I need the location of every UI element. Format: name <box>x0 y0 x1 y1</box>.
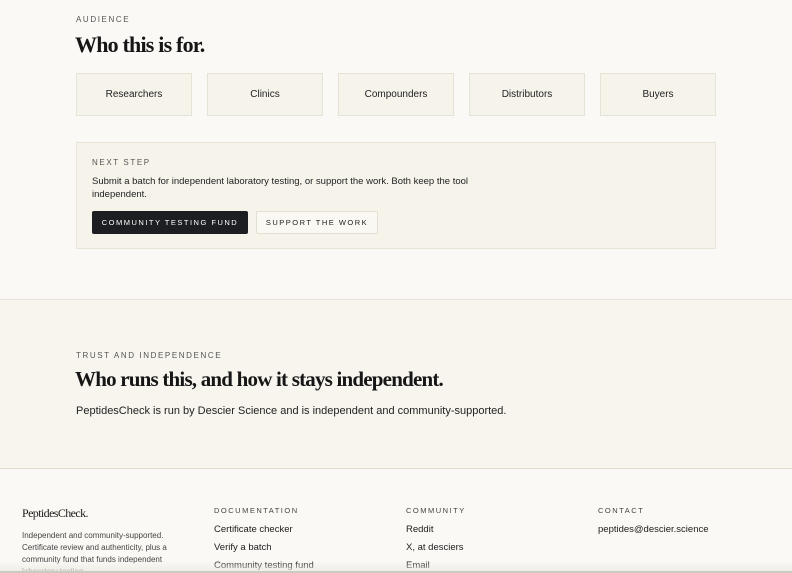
footer-documentation-column: DOCUMENTATION Certificate checker Verify… <box>214 506 314 573</box>
footer-documentation-heading: DOCUMENTATION <box>214 506 299 515</box>
audience-eyebrow: AUDIENCE <box>76 15 131 24</box>
audience-title: Who this is for. <box>75 32 205 57</box>
footer-contact-column: CONTACT peptides@descier.science <box>598 506 709 542</box>
footer-link-x[interactable]: X, at desciers <box>406 542 466 560</box>
next-step-eyebrow: NEXT STEP <box>92 158 151 167</box>
audience-cards: Researchers Clinics Compounders Distribu… <box>76 73 716 116</box>
footer-link-certificate-checker[interactable]: Certificate checker <box>214 524 314 542</box>
next-step-panel: NEXT STEP Submit a batch for independent… <box>76 142 716 249</box>
audience-card-clinics: Clinics <box>207 73 323 116</box>
audience-card-compounders: Compounders <box>338 73 454 116</box>
footer-contact-email[interactable]: peptides@descier.science <box>598 524 709 542</box>
footer-community-column: COMMUNITY Reddit X, at desciers Email <box>406 506 466 573</box>
trust-section: TRUST AND INDEPENDENCE Who runs this, an… <box>0 299 792 469</box>
footer-community-heading: COMMUNITY <box>406 506 466 515</box>
site-footer: PeptidesCheck. Independent and community… <box>0 470 792 573</box>
community-testing-fund-button[interactable]: COMMUNITY TESTING FUND <box>92 211 248 234</box>
trust-text: PeptidesCheck is run by Descier Science … <box>76 405 507 417</box>
audience-card-researchers: Researchers <box>76 73 192 116</box>
footer-contact-heading: CONTACT <box>598 506 645 515</box>
footer-link-verify-batch[interactable]: Verify a batch <box>214 542 314 560</box>
footer-link-reddit[interactable]: Reddit <box>406 524 466 542</box>
footer-brand-logo[interactable]: PeptidesCheck. <box>22 506 89 521</box>
support-the-work-button[interactable]: SUPPORT THE WORK <box>256 211 378 234</box>
footer-description: Independent and community-supported. Cer… <box>22 531 167 573</box>
trust-eyebrow: TRUST AND INDEPENDENCE <box>76 351 223 360</box>
audience-section: AUDIENCE Who this is for. Researchers Cl… <box>0 0 792 299</box>
trust-title: Who runs this, and how it stays independ… <box>75 367 444 391</box>
audience-card-distributors: Distributors <box>469 73 585 116</box>
next-step-text: Submit a batch for independent laborator… <box>92 176 469 200</box>
audience-card-buyers: Buyers <box>600 73 716 116</box>
